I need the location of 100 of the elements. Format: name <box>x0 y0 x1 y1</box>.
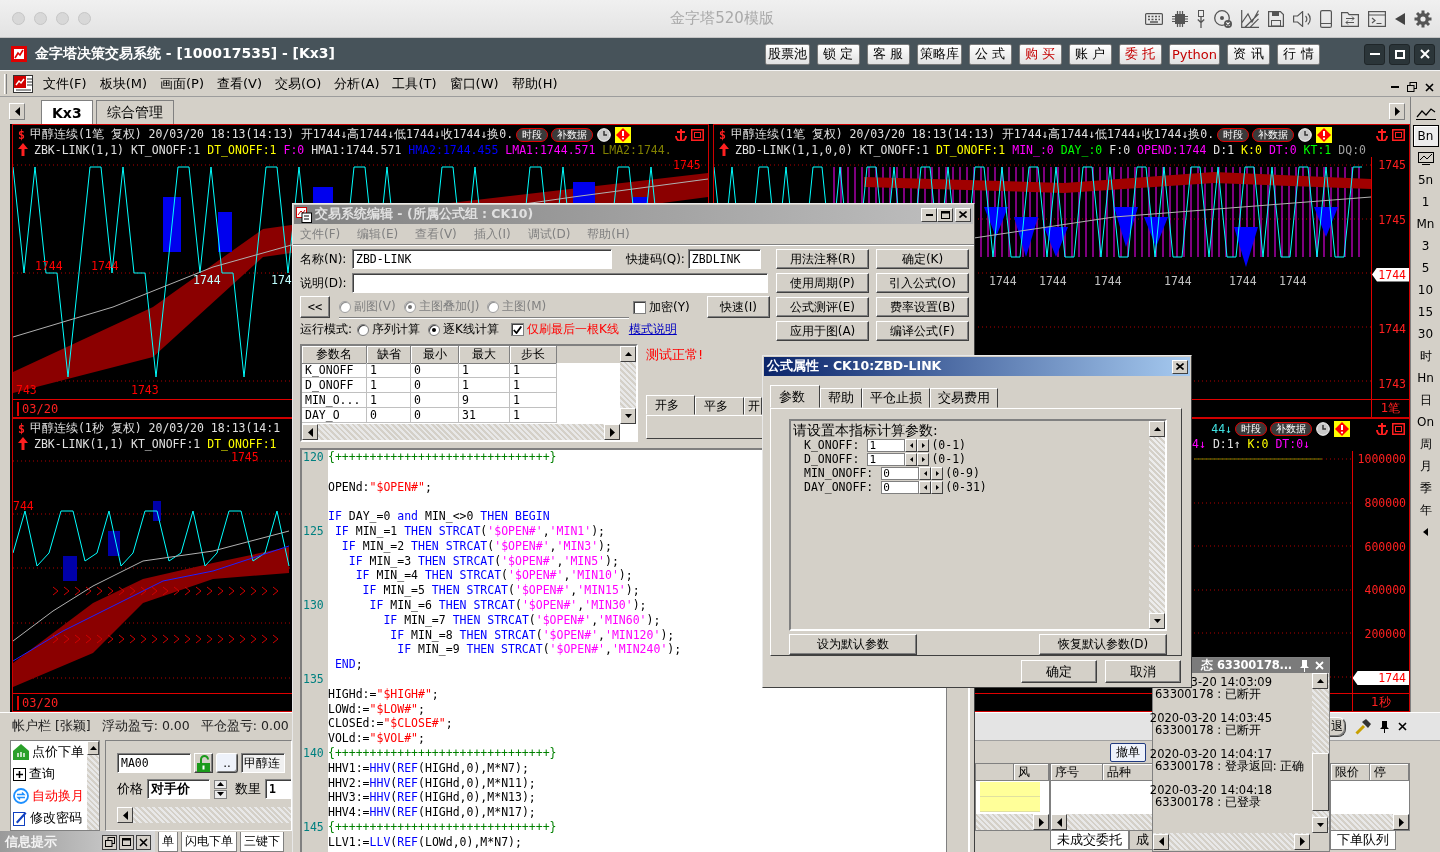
dialog-button[interactable]: 使用周期(P) <box>776 273 869 293</box>
warning-diamond-icon[interactable] <box>1316 126 1333 143</box>
horizontal-scrollbar[interactable] <box>1051 814 1154 830</box>
column-header[interactable]: 风 <box>1014 764 1049 780</box>
menu-item[interactable]: 画面(P) <box>155 72 209 95</box>
increment-button[interactable] <box>931 480 944 494</box>
column-header[interactable]: 缺省 <box>367 346 411 364</box>
dialog-button[interactable]: 用法注释(R) <box>776 249 869 269</box>
description-field[interactable] <box>352 273 768 293</box>
menu-item[interactable]: 窗口(W) <box>444 72 504 95</box>
price-field[interactable]: 对手价 <box>147 779 210 799</box>
toolbar-button[interactable]: 委 托 <box>1118 43 1162 65</box>
chart-icon[interactable] <box>1241 9 1259 28</box>
name-field[interactable]: ZBD-LINK <box>352 249 612 269</box>
parameter-input[interactable]: 1 <box>867 438 906 452</box>
caret-icon[interactable] <box>1423 528 1428 536</box>
order-mode-tab[interactable]: 单 <box>158 832 178 852</box>
scroll-up-button[interactable] <box>1312 673 1328 689</box>
order-mode-tab[interactable]: 三键下 <box>240 832 284 852</box>
vertical-scrollbar[interactable] <box>620 346 636 424</box>
help-link[interactable]: 模式说明 <box>628 321 677 338</box>
terminal-icon[interactable] <box>1368 10 1386 27</box>
window-icon[interactable] <box>691 128 704 141</box>
usb-icon[interactable] <box>1197 9 1205 28</box>
menu-item[interactable]: 帮助(H) <box>506 72 563 95</box>
horizontal-scrollbar[interactable] <box>976 814 1049 830</box>
period-button[interactable]: On <box>1412 411 1439 433</box>
chart-option-button[interactable]: 补数据 <box>1252 127 1295 142</box>
chart-option-button[interactable]: 补数据 <box>551 127 594 142</box>
action-item[interactable]: 点价下单 <box>11 741 87 763</box>
triangle-icon[interactable] <box>1395 12 1405 25</box>
window-icon[interactable] <box>1392 422 1405 435</box>
scroll-down-button[interactable] <box>1312 817 1328 833</box>
menu-item[interactable]: 查看(V) <box>212 72 268 95</box>
chart-option-button[interactable]: 时段 <box>516 127 549 142</box>
scroll-up-button[interactable] <box>1149 421 1165 437</box>
radio-button[interactable] <box>428 323 441 336</box>
period-button[interactable]: 季 <box>1412 477 1439 499</box>
window-icon[interactable] <box>1392 128 1405 141</box>
scroll-down-button[interactable] <box>620 408 636 424</box>
scroll-right-button[interactable] <box>604 424 620 440</box>
keyboard-icon[interactable] <box>1145 12 1163 25</box>
close-icon[interactable] <box>1398 722 1407 731</box>
chart-option-button[interactable]: 时段 <box>1217 127 1250 142</box>
dialog-button[interactable]: 编译公式(F) <box>876 321 969 341</box>
period-button[interactable]: 15 <box>1412 301 1439 323</box>
increment-button[interactable] <box>931 466 944 480</box>
checkbox[interactable] <box>633 300 646 314</box>
dialog-button[interactable]: 应用于图(A) <box>776 321 869 341</box>
period-button[interactable]: 5n <box>1412 169 1439 191</box>
orders-tab[interactable]: 未成交委托 <box>1050 831 1129 850</box>
scroll-right-button[interactable] <box>1033 814 1049 830</box>
menu-item[interactable]: 分析(A) <box>329 72 385 95</box>
toolbar-button[interactable]: 资 讯 <box>1227 43 1270 65</box>
menu-item[interactable]: 板块(M) <box>94 72 152 95</box>
toolbar-button[interactable]: 购 买 <box>1018 43 1062 65</box>
close-button[interactable] <box>1414 43 1435 65</box>
clock-icon[interactable] <box>1298 127 1313 142</box>
action-item[interactable]: 自动换月 <box>11 785 87 807</box>
warning-diamond-icon[interactable] <box>1334 420 1350 437</box>
document-tab[interactable]: 综合管理 <box>95 100 174 124</box>
vertical-scrollbar[interactable] <box>87 741 99 830</box>
dialog-button[interactable]: 引入公式(O) <box>876 273 969 293</box>
scroll-up-button[interactable] <box>620 346 636 362</box>
column-header[interactable]: 停 <box>1370 764 1409 780</box>
scroll-right-button[interactable] <box>1389 103 1405 120</box>
scroll-down-button[interactable] <box>1149 613 1165 629</box>
quantity-field[interactable]: 1 <box>265 779 291 799</box>
settings-icon[interactable] <box>1414 9 1432 28</box>
dialog-button[interactable]: 取消 <box>1105 660 1181 683</box>
period-button[interactable]: 1 <box>1412 191 1439 213</box>
dialog-button[interactable]: 费率设置(B) <box>876 297 969 317</box>
column-header[interactable]: 最大 <box>459 346 510 364</box>
scroll-left-button[interactable] <box>9 103 25 120</box>
minimize-button[interactable] <box>1364 43 1385 65</box>
toolbar-button[interactable]: 客 服 <box>866 43 910 65</box>
toolbar-button[interactable]: 策略库 <box>916 43 962 65</box>
period-button[interactable]: 10 <box>1412 279 1439 301</box>
dialog-button[interactable]: 公式测评(E) <box>776 297 869 317</box>
anchor-icon[interactable] <box>1376 422 1388 435</box>
spin-up-button[interactable] <box>214 779 227 789</box>
period-button[interactable]: 时 <box>1412 345 1439 367</box>
signal-tab[interactable]: 平多 <box>695 397 744 415</box>
collapse-button[interactable]: << <box>300 296 330 318</box>
chart-window-icon[interactable] <box>13 74 33 93</box>
scroll-up-button[interactable] <box>87 741 99 755</box>
checkbox[interactable] <box>510 323 524 336</box>
close-button[interactable] <box>136 834 151 850</box>
column-header[interactable]: 最小 <box>411 346 459 364</box>
toolbar-button[interactable]: 股票池 <box>764 43 810 65</box>
period-button[interactable]: 月 <box>1412 455 1439 477</box>
dialog-button[interactable]: 恢复默认参数(D) <box>1039 634 1167 655</box>
pin-icon[interactable] <box>1380 720 1389 733</box>
maximize-button[interactable] <box>1389 43 1410 65</box>
chip-icon[interactable] <box>1172 10 1188 27</box>
vertical-scrollbar[interactable] <box>1312 673 1329 833</box>
period-button[interactable]: Mn <box>1412 213 1439 235</box>
parameter-input[interactable]: 0 <box>881 466 920 480</box>
instrument-field[interactable]: 甲醇连 <box>241 753 285 773</box>
spin-down-button[interactable] <box>214 789 227 799</box>
